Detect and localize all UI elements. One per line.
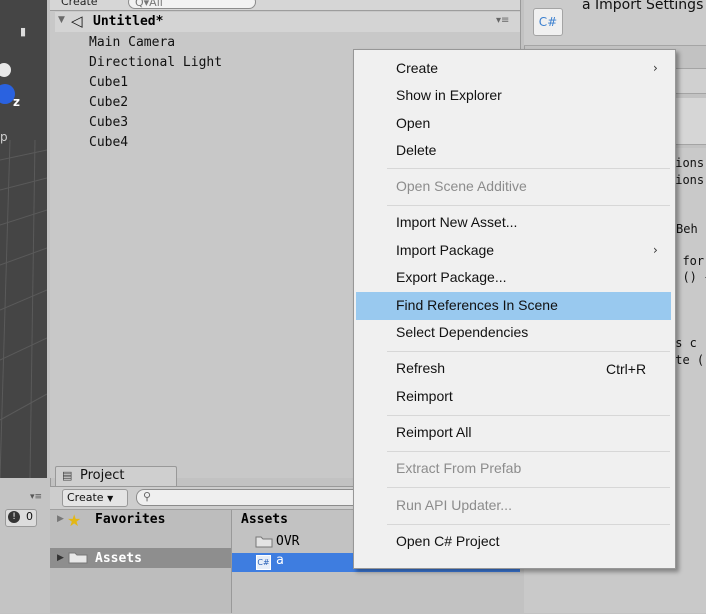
- hierarchy-item[interactable]: Cube4: [89, 135, 128, 150]
- expand-arrow-icon[interactable]: ▶: [57, 553, 64, 563]
- console-panel: [0, 478, 51, 613]
- menu-item-import-new-asset[interactable]: Import New Asset...: [396, 214, 517, 230]
- inspector-title: a Import Settings: [582, 0, 704, 13]
- project-tab-label: Project: [80, 468, 125, 483]
- scene-title: Untitled*: [93, 14, 164, 29]
- menu-separator: [387, 451, 670, 452]
- folder-icon: [68, 552, 88, 564]
- unity-scene-icon: ◁: [71, 12, 83, 30]
- hierarchy-item[interactable]: Cube1: [89, 75, 128, 90]
- chevron-right-icon: ›: [653, 243, 658, 257]
- breadcrumb[interactable]: Assets: [241, 512, 288, 527]
- menu-item-show-in-explorer[interactable]: Show in Explorer: [396, 87, 502, 103]
- scene-persp-label: p: [0, 130, 8, 144]
- folder-icon: ▤: [62, 469, 73, 482]
- menu-separator: [387, 168, 670, 169]
- hierarchy-item[interactable]: Cube2: [89, 95, 128, 110]
- hierarchy-create-button[interactable]: Create: [61, 0, 98, 8]
- assets-tree-label: Assets: [95, 551, 142, 566]
- scene-view[interactable]: ▮ z p: [0, 0, 47, 478]
- favorites-label[interactable]: Favorites: [95, 512, 165, 527]
- menu-item-refresh[interactable]: Refresh: [396, 360, 445, 376]
- menu-item-open-csharp-project[interactable]: Open C# Project: [396, 533, 500, 549]
- menu-item-open-scene-additive: Open Scene Additive: [396, 178, 527, 194]
- scene-axis-label: z: [13, 95, 20, 109]
- menu-item-select-dependencies[interactable]: Select Dependencies: [396, 324, 528, 340]
- project-create-label: Create: [67, 491, 104, 504]
- menu-separator: [387, 351, 670, 352]
- menu-item-reimport[interactable]: Reimport: [396, 388, 453, 404]
- hierarchy-item[interactable]: Main Camera: [89, 35, 175, 50]
- asset-item-label[interactable]: OVR: [276, 534, 299, 549]
- menu-item-export-package[interactable]: Export Package...: [396, 269, 507, 285]
- hierarchy-item[interactable]: Cube3: [89, 115, 128, 130]
- chevron-down-icon: ▼: [107, 494, 114, 503]
- folder-icon: [255, 536, 273, 548]
- csharp-script-icon: C#: [533, 8, 563, 36]
- menu-separator: [387, 524, 670, 525]
- menu-item-find-references[interactable]: Find References In Scene: [396, 297, 558, 313]
- menu-item-run-api-updater: Run API Updater...: [396, 497, 512, 513]
- menu-item-open[interactable]: Open: [396, 115, 430, 131]
- menu-separator: [387, 487, 670, 488]
- csharp-script-icon: C#: [256, 555, 271, 570]
- menu-item-delete[interactable]: Delete: [396, 142, 436, 158]
- error-count: 0: [26, 510, 33, 523]
- expand-arrow-icon[interactable]: ▶: [57, 514, 64, 524]
- lock-icon[interactable]: ▮: [20, 25, 26, 38]
- error-icon: !: [8, 511, 20, 523]
- chevron-right-icon: ›: [653, 61, 658, 75]
- project-search-input[interactable]: ⚲: [136, 489, 364, 506]
- hierarchy-toolbar: [50, 0, 520, 11]
- menu-separator: [387, 205, 670, 206]
- project-create-button[interactable]: Create ▼: [62, 489, 128, 507]
- menu-separator: [387, 415, 670, 416]
- code-line: Beh: [676, 222, 698, 236]
- menu-item-create[interactable]: Create: [396, 60, 438, 76]
- search-icon: ⚲: [143, 490, 152, 503]
- expand-arrow-icon[interactable]: ▼: [58, 15, 65, 25]
- scene-options-icon[interactable]: ▾≡: [496, 15, 509, 26]
- star-icon: ★: [67, 511, 82, 530]
- console-options-icon[interactable]: ▾≡: [30, 492, 42, 502]
- refresh-shortcut: Ctrl+R: [606, 361, 647, 377]
- menu-item-reimport-all[interactable]: Reimport All: [396, 424, 471, 440]
- hierarchy-item[interactable]: Directional Light: [89, 55, 222, 70]
- asset-item-label[interactable]: a: [276, 553, 284, 568]
- menu-item-extract-from-prefab: Extract From Prefab: [396, 460, 522, 476]
- hierarchy-search-input[interactable]: Q▾All: [128, 0, 256, 9]
- menu-item-import-package[interactable]: Import Package: [396, 242, 494, 258]
- scene-grid: [0, 63, 47, 478]
